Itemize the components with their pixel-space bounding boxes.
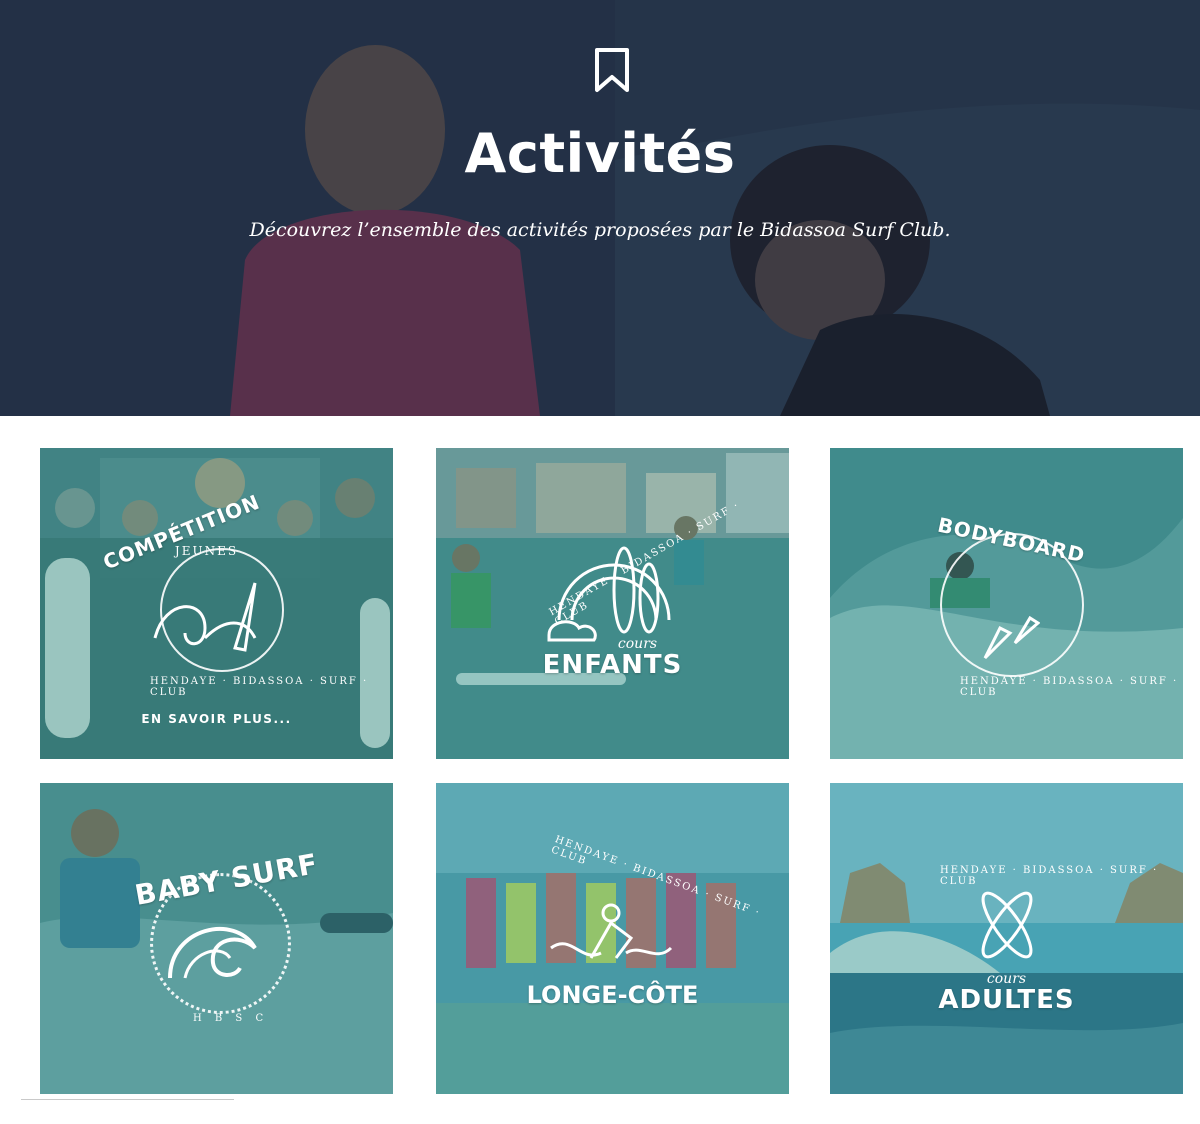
hero-banner: Activités Découvrez l’ensemble des activ… xyxy=(0,0,1200,416)
bookmark-icon xyxy=(595,48,629,92)
activity-card-enfants[interactable]: HENDAYE · BIDASSOA · SURF · CLUB cours E… xyxy=(436,448,789,759)
card-subtitle: JEUNES xyxy=(174,544,239,558)
crossed-surfboards-icon xyxy=(981,891,1033,959)
activity-card-competition[interactable]: COMPÉTITION JEUNES HENDAYE · BIDASSOA · … xyxy=(40,448,393,759)
badge-arc-text: HENDAYE · BIDASSOA · SURF · CLUB xyxy=(960,676,1179,698)
card-title: ADULTES xyxy=(938,985,1075,1015)
hero-content: Activités Découvrez l’ensemble des activ… xyxy=(0,0,1200,416)
flippers-icon xyxy=(983,615,1040,660)
swimmer-icon xyxy=(550,903,673,959)
activity-card-baby-surf[interactable]: BABY SURF H B S C xyxy=(40,783,393,1094)
badge-arc-text: HENDAYE · BIDASSOA · SURF · CLUB xyxy=(150,676,369,698)
page-title: Activités xyxy=(464,122,736,185)
card-title: ENFANTS xyxy=(542,650,683,680)
wave-surfboard-icon xyxy=(153,582,257,652)
wave-icon xyxy=(168,926,257,979)
read-more-link[interactable]: EN SAVOIR PLUS... xyxy=(40,712,393,726)
activity-card-longe-cote[interactable]: HENDAYE · BIDASSOA · SURF · CLUB LONGE-C… xyxy=(436,783,789,1094)
divider-line xyxy=(21,1099,234,1100)
activity-card-bodyboard[interactable]: BODYBOARD HENDAYE · BIDASSOA · SURF · CL… xyxy=(830,448,1183,759)
activities-grid: COMPÉTITION JEUNES HENDAYE · BIDASSOA · … xyxy=(0,416,1200,1124)
page-subtitle: Découvrez l’ensemble des activités propo… xyxy=(249,219,951,241)
activity-card-adultes[interactable]: HENDAYE · BIDASSOA · SURF · CLUB cours A… xyxy=(830,783,1183,1094)
card-title: LONGE-CÔTE xyxy=(526,981,699,1009)
badge-arc-text: H B S C xyxy=(193,1013,269,1024)
